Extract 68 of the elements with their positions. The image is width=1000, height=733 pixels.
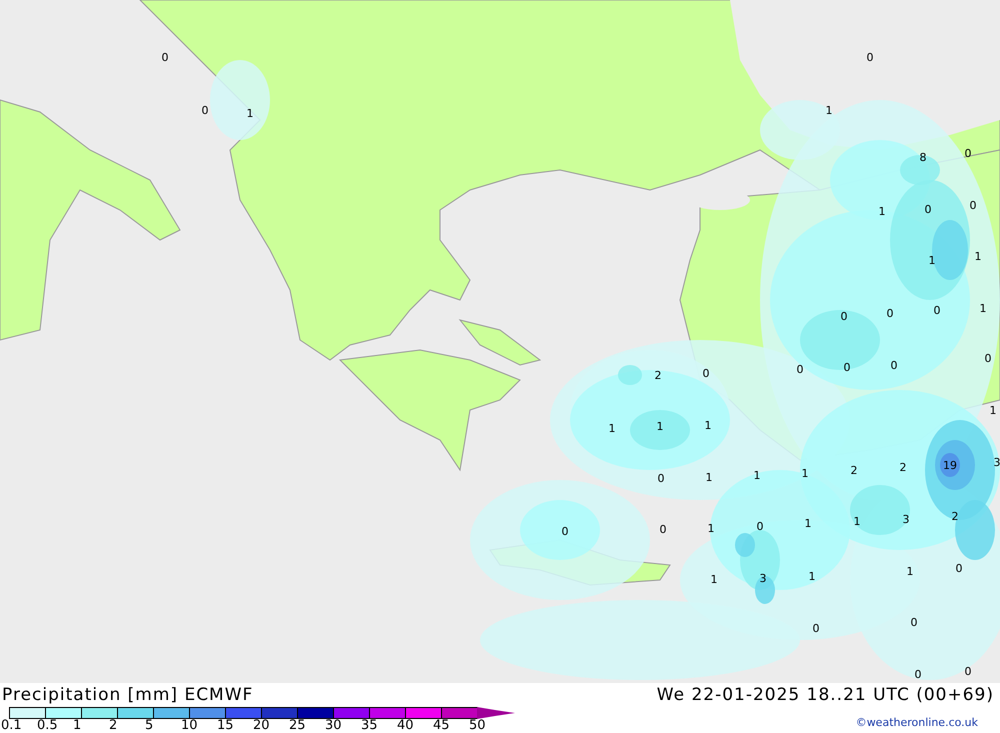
map-value-label: 2	[850, 464, 858, 477]
map-value-label: 1	[656, 420, 664, 433]
map-value-label: 0	[840, 310, 848, 323]
map-value-label: 0	[934, 304, 940, 317]
map-value-label: 0	[914, 668, 922, 681]
valid-time: We 22-01-2025 18..21 UTC (00+69)	[656, 685, 994, 705]
map-value-label: 1	[826, 104, 832, 117]
map-value-label: 1	[928, 254, 936, 267]
legend-label: 20	[253, 719, 271, 733]
map-value-label: 1	[754, 469, 760, 482]
map-value-label: 1	[980, 302, 986, 315]
map-value-label: 0	[910, 616, 918, 629]
map-value-label: 0	[886, 307, 894, 320]
legend-label: 35	[361, 719, 379, 733]
map-value-label: 1	[246, 107, 254, 120]
map-value-label: 1	[706, 471, 712, 484]
map-value-label: 1	[804, 517, 812, 530]
map-value-label: 19	[943, 459, 957, 472]
map-value-label: 0	[956, 562, 962, 575]
map-value-label: 0	[964, 147, 972, 160]
map-value-label: 1	[708, 522, 714, 535]
legend-label: 0.5	[37, 719, 59, 733]
map-value-label: 8	[920, 151, 926, 164]
map-value-label: 2	[654, 369, 662, 382]
legend-label: 2	[109, 719, 118, 733]
credit-text: ©weatheronline.co.uk	[856, 716, 978, 731]
legend-label: 25	[289, 719, 307, 733]
map-value-label: 0	[756, 520, 764, 533]
legend-label: 0.1	[1, 719, 23, 733]
map-value-label: 1	[990, 404, 996, 417]
map-value-label: 0	[984, 352, 992, 365]
legend-label: 10	[181, 719, 199, 733]
legend-label: 50	[469, 719, 487, 733]
map-value-label: 1	[974, 250, 982, 263]
map-value-label: 0	[866, 51, 874, 64]
map-value-label: 0	[658, 472, 664, 485]
map-value-label: 0	[562, 525, 568, 538]
map-value-label: 0	[964, 665, 972, 678]
map-value-label: 1	[704, 419, 712, 432]
map-value-label: 0	[812, 622, 820, 635]
map-value-label: 3	[902, 513, 910, 526]
legend-label: 40	[397, 719, 415, 733]
legend-label: 30	[325, 719, 343, 733]
legend-label: 45	[433, 719, 451, 733]
map-value-label: 1	[802, 467, 808, 480]
map-value-label: 1	[608, 422, 616, 435]
map-value-label: 0	[890, 359, 898, 372]
map-value-label: 1	[710, 573, 718, 586]
map-value-label: 1	[906, 565, 914, 578]
map-value-label: 0	[702, 367, 710, 380]
map-value-label: 2	[952, 510, 958, 523]
map-value-label: 0	[202, 104, 208, 117]
legend-label: 1	[73, 719, 82, 733]
map-value-label: 0	[970, 199, 976, 212]
map-value-label: 1	[854, 515, 860, 528]
map-value-label: 0	[162, 51, 168, 64]
map-value-label: 1	[808, 570, 816, 583]
legend-label: 5	[145, 719, 154, 733]
map-value-label: 1	[878, 205, 886, 218]
map-value-label: 0	[796, 363, 804, 376]
map-title: Precipitation [mm] ECMWF	[2, 685, 254, 705]
map-value-label: 0	[844, 361, 850, 374]
map-value-label: 2	[900, 461, 906, 474]
legend-label: 15	[217, 719, 235, 733]
map-value-label: 3	[994, 456, 1000, 469]
map-value-label: 0	[924, 203, 932, 216]
map-value-label: 3	[760, 572, 766, 585]
map-value-label: 0	[660, 523, 666, 536]
